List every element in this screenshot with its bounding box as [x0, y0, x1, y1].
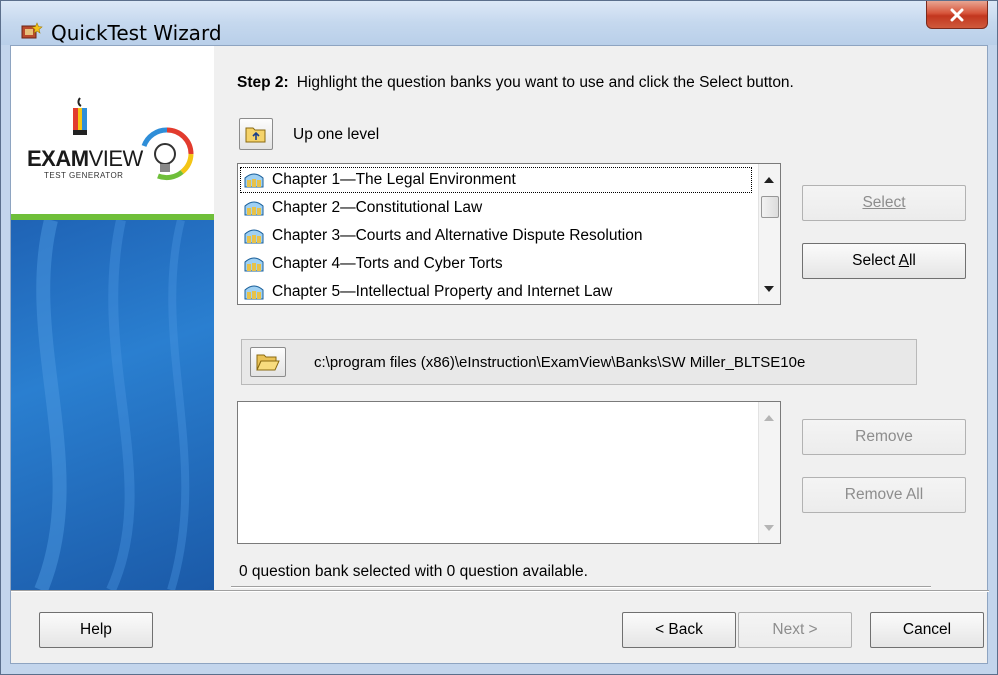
question-bank-icon — [244, 257, 264, 272]
footer-separator — [11, 590, 989, 592]
back-button-label: < Back — [655, 621, 703, 638]
select-button[interactable]: Select — [802, 185, 966, 221]
scroll-down-arrow-icon[interactable] — [764, 286, 774, 292]
cancel-button[interactable]: Cancel — [870, 612, 984, 648]
logo-wordmark: EXAMVIEW — [27, 146, 143, 171]
up-one-level-label: Up one level — [293, 126, 380, 143]
list-item-bank-4[interactable]: Chapter 4—Torts and Cyber Torts — [240, 251, 752, 277]
bank-folder-path-bar: c:\program files (x86)\eInstruction\Exam… — [241, 339, 917, 385]
scrollbar-thumb[interactable] — [761, 196, 779, 218]
list-item-label: Chapter 1—The Legal Environment — [272, 171, 516, 188]
list-item-label: Chapter 3—Courts and Alternative Dispute… — [272, 227, 643, 244]
bank-folder-path: c:\program files (x86)\eInstruction\Exam… — [314, 354, 806, 371]
folder-up-icon — [245, 127, 266, 143]
scroll-up-arrow-icon[interactable] — [764, 177, 774, 183]
selected-list-scrollbar[interactable] — [758, 402, 780, 543]
sidebar-decoration — [11, 218, 214, 590]
list-item-bank-5[interactable]: Chapter 5—Intellectual Property and Inte… — [240, 279, 752, 304]
logo-figure-icon — [73, 97, 87, 135]
remove-button[interactable]: Remove — [802, 419, 966, 455]
scroll-down-arrow-icon[interactable] — [764, 525, 774, 531]
sidebar-swoosh-graphic — [34, 218, 190, 590]
select-all-button-label: Select All — [852, 252, 916, 269]
status-divider — [231, 586, 931, 588]
question-bank-icon — [244, 229, 264, 244]
cancel-button-label: Cancel — [902, 621, 952, 638]
wizard-sidebar: EXAMVIEW TEST GENERATOR — [11, 46, 214, 590]
window-title: QuickTest Wizard — [51, 21, 222, 45]
logo-tagline: TEST GENERATOR — [44, 171, 124, 180]
browse-folder-button[interactable] — [250, 347, 286, 377]
list-item-label: Chapter 2—Constitutional Law — [272, 199, 483, 216]
banks-list-scrollbar[interactable] — [758, 164, 780, 304]
list-item-label: Chapter 5—Intellectual Property and Inte… — [272, 283, 613, 300]
question-bank-icon — [244, 173, 264, 188]
next-button[interactable]: Next > — [738, 612, 852, 648]
list-item-bank-2[interactable]: Chapter 2—Constitutional Law — [240, 195, 752, 221]
examview-logo: EXAMVIEW TEST GENERATOR — [11, 46, 214, 214]
close-button[interactable] — [926, 1, 988, 29]
remove-all-button-label: Remove All — [844, 486, 924, 503]
folder-open-icon — [256, 354, 280, 371]
remove-all-button[interactable]: Remove All — [802, 477, 966, 513]
list-item-bank-3[interactable]: Chapter 3—Courts and Alternative Dispute… — [240, 223, 752, 249]
logo-lightbulb-icon — [141, 127, 194, 181]
step-instruction: Step 2: Highlight the question banks you … — [237, 74, 794, 92]
scroll-up-arrow-icon[interactable] — [764, 415, 774, 421]
list-item-bank-1[interactable]: Chapter 1—The Legal Environment — [240, 167, 752, 193]
up-one-level-button[interactable] — [239, 118, 273, 150]
step-description: Highlight the question banks you want to… — [296, 74, 794, 91]
select-button-label: Select — [862, 194, 906, 211]
select-all-button[interactable]: Select All — [802, 243, 966, 279]
back-button[interactable]: < Back — [622, 612, 736, 648]
examview-app-icon — [21, 22, 43, 39]
quicktest-wizard-window: QuickTest Wizard EXAMVIEW TEST GENERATOR… — [0, 0, 998, 675]
help-button-label: Help — [80, 621, 112, 638]
wizard-body: EXAMVIEW TEST GENERATOR Step 2: Highlight… — [10, 45, 989, 664]
title-bar: QuickTest Wizard — [1, 1, 997, 45]
remove-button-label: Remove — [855, 428, 913, 445]
step-label: Step 2: — [237, 74, 289, 91]
list-item-label: Chapter 4—Torts and Cyber Torts — [272, 255, 503, 272]
selected-banks-list[interactable] — [237, 401, 781, 544]
question-bank-icon — [244, 201, 264, 216]
selection-status: 0 question bank selected with 0 question… — [239, 563, 588, 580]
close-icon — [950, 8, 964, 21]
help-button[interactable]: Help — [39, 612, 153, 648]
available-banks-list[interactable]: Chapter 1—The Legal Environment Chapter … — [237, 163, 781, 305]
next-button-label: Next > — [772, 621, 818, 638]
question-bank-icon — [244, 285, 264, 300]
